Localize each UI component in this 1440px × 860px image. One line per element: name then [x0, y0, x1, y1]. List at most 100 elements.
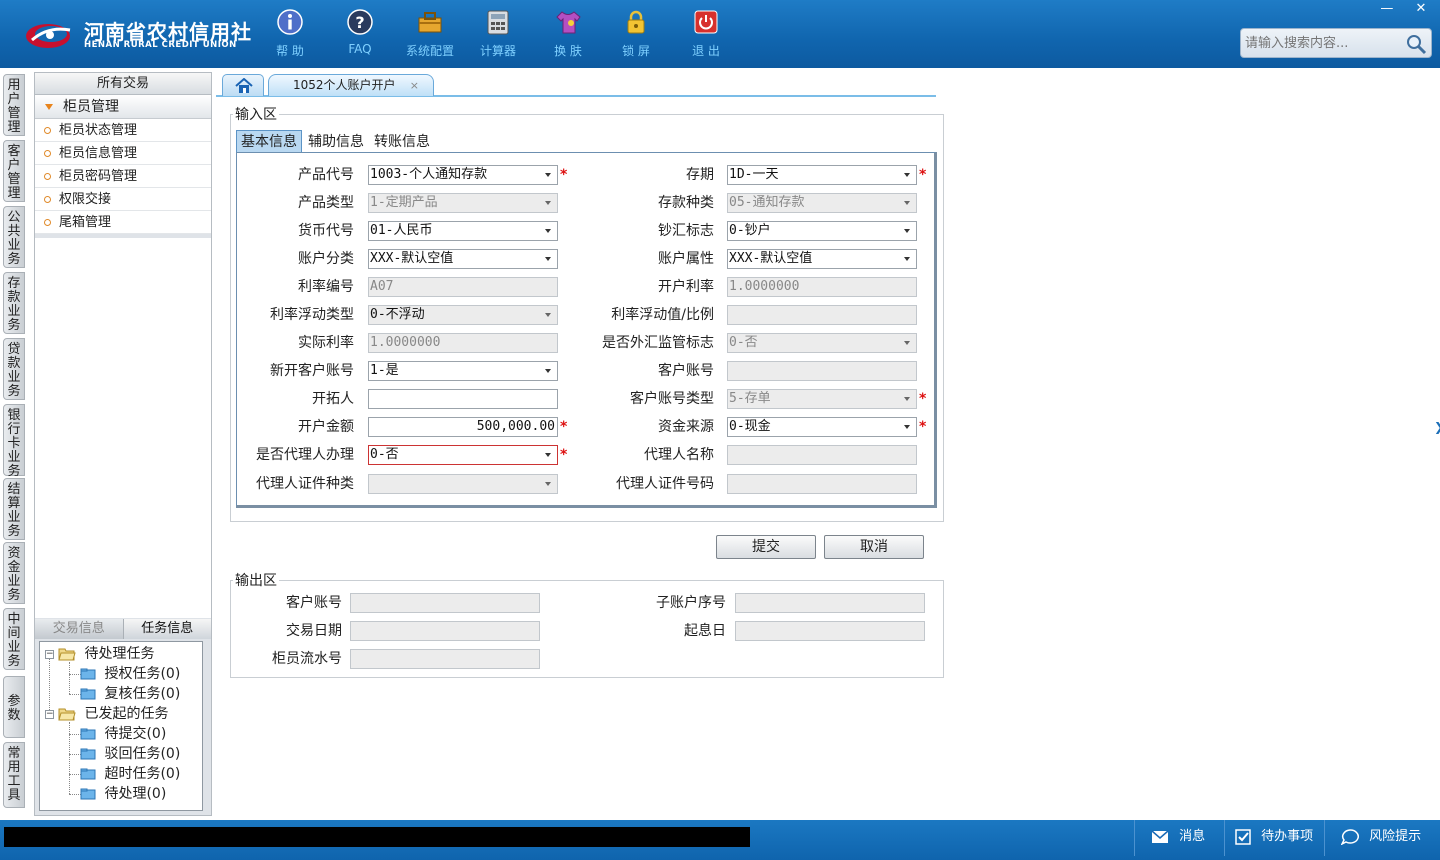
tab-close-icon[interactable]: × — [410, 75, 419, 96]
submit-button[interactable]: 提交 — [716, 535, 816, 559]
account-attribute-select[interactable]: XXX-默认空值 — [727, 249, 917, 269]
cash-remit-flag-select[interactable]: 0-钞户 — [727, 221, 917, 241]
lock-screen-button[interactable]: 锁 屏 — [606, 8, 666, 64]
developer-input[interactable] — [368, 389, 558, 409]
new-customer-account-select[interactable]: 1-是 — [368, 361, 558, 381]
opening-amount-input[interactable]: 500,000.00 — [368, 417, 558, 437]
label-rate-float-type: 利率浮动类型 — [270, 307, 354, 323]
vnav-intermediate-business[interactable]: 中间业务 — [3, 608, 25, 670]
collapse-toggle[interactable]: − — [45, 650, 54, 659]
rate-float-value-field — [727, 305, 917, 325]
tab-task-info[interactable]: 任务信息 — [122, 619, 211, 639]
label-agent-id-number: 代理人证件号码 — [616, 476, 714, 492]
todo-button[interactable]: 待办事项 — [1224, 820, 1324, 856]
svg-text:?: ? — [355, 13, 364, 32]
fund-source-select[interactable]: 0-现金 — [727, 417, 917, 437]
home-tab[interactable] — [222, 74, 264, 96]
account-class-select[interactable]: XXX-默认空值 — [368, 249, 558, 269]
tab-label: 1052个人账户开户 — [293, 78, 396, 92]
rate-code-field: A07 — [368, 277, 558, 297]
vnav-public-business[interactable]: 公共业务 — [3, 206, 25, 268]
vnav-fund-business[interactable]: 资金业务 — [3, 542, 25, 604]
label-opening-rate: 开户利率 — [658, 279, 714, 295]
search-icon[interactable] — [1405, 33, 1427, 55]
label-deposit-kind: 存款种类 — [658, 195, 714, 211]
agent-handling-select[interactable]: 0-否 — [368, 445, 558, 465]
task-panel-tabs: 交易信息 任务信息 — [35, 619, 211, 639]
output-area-legend: 输出区 — [235, 573, 277, 589]
collapse-toggle[interactable]: − — [45, 710, 54, 719]
tree-node-timeout[interactable]: 超时任务(0) — [80, 764, 180, 784]
app-header: 河南省农村信用社 HENAN RURAL CREDIT UNION 帮 助 ? … — [0, 0, 1440, 68]
menu-item-tail-box[interactable]: 尾箱管理 — [35, 211, 211, 234]
vnav-loan-business[interactable]: 贷款业务 — [3, 338, 25, 400]
deposit-kind-select: 05-通知存款 — [727, 193, 917, 213]
vnav-parameters[interactable]: 参数 — [3, 676, 25, 738]
tab-basic-info[interactable]: 基本信息 — [236, 130, 302, 154]
teller-management-group[interactable]: 柜员管理 — [35, 95, 211, 119]
close-button[interactable]: ✕ — [1406, 0, 1436, 18]
tree-node-review-task[interactable]: 复核任务(0) — [80, 684, 180, 704]
risk-alert-label: 风险提示 — [1369, 829, 1422, 844]
lock-icon — [627, 10, 645, 34]
vnav-common-tools[interactable]: 常用工具 — [3, 742, 25, 808]
exit-button[interactable]: 退 出 — [676, 8, 736, 64]
label-fx-supervision-flag: 是否外汇监管标志 — [602, 335, 714, 351]
vnav-user-management[interactable]: 用户管理 — [3, 74, 25, 136]
folder-icon — [80, 688, 96, 700]
customer-account-type-select[interactable]: 5-存单 — [727, 389, 917, 409]
tab-auxiliary-info[interactable]: 辅助信息 — [304, 130, 368, 154]
menu-item-teller-status[interactable]: 柜员状态管理 — [35, 119, 211, 142]
required-mark: * — [560, 447, 568, 463]
menu-item-permission-handover[interactable]: 权限交接 — [35, 188, 211, 211]
menu-item-teller-info[interactable]: 柜员信息管理 — [35, 142, 211, 165]
exit-label: 退 出 — [692, 44, 720, 58]
messages-button[interactable]: 消息 — [1134, 820, 1224, 856]
out-teller-serial-field — [350, 649, 540, 669]
window-controls: — ✕ — [1372, 0, 1436, 20]
tree-node-label: 待处理任务 — [84, 646, 155, 662]
currency-code-select[interactable]: 01-人民币 — [368, 221, 558, 241]
product-code-select[interactable]: 1003-个人通知存款 — [368, 165, 558, 185]
vnav-bank-card-business[interactable]: 银行卡业务 — [3, 404, 25, 479]
tree-node-to-submit[interactable]: 待提交(0) — [80, 724, 166, 744]
menu-empty-area — [35, 238, 211, 618]
power-icon — [694, 10, 718, 34]
label-actual-rate: 实际利率 — [298, 335, 354, 351]
risk-alert-button[interactable]: 风险提示 — [1324, 820, 1436, 856]
tree-node-pending[interactable]: 待处理任务 — [58, 644, 154, 664]
faq-button[interactable]: ? FAQ — [330, 8, 390, 64]
all-transactions-header[interactable]: 所有交易 — [35, 73, 211, 95]
vnav-settlement-business[interactable]: 结算业务 — [3, 478, 25, 540]
help-button[interactable]: 帮 助 — [260, 8, 320, 64]
calculator-label: 计算器 — [479, 44, 516, 58]
vnav-customer-management[interactable]: 客户管理 — [3, 140, 25, 202]
vnav-deposit-business[interactable]: 存款业务 — [3, 272, 25, 334]
group-label: 柜员管理 — [63, 99, 119, 115]
product-type-select: 1-定期产品 — [368, 193, 558, 213]
system-config-button[interactable]: 系统配置 — [400, 8, 460, 64]
label-currency-code: 货币代号 — [298, 223, 354, 239]
calculator-icon — [487, 10, 509, 35]
calculator-button[interactable]: 计算器 — [468, 8, 528, 64]
tab-transfer-info[interactable]: 转账信息 — [370, 130, 434, 154]
tab-transaction-info[interactable]: 交易信息 — [35, 619, 123, 639]
tree-node-rejected[interactable]: 驳回任务(0) — [80, 744, 180, 764]
faq-label: FAQ — [348, 42, 372, 56]
vertical-nav: 用户管理 客户管理 公共业务 存款业务 贷款业务 银行卡业务 结算业务 资金业务… — [0, 68, 30, 820]
label-agent-name: 代理人名称 — [644, 447, 714, 463]
term-select[interactable]: 1D-一天 — [727, 165, 917, 185]
search-input[interactable] — [1245, 33, 1405, 53]
change-skin-button[interactable]: 换 肤 — [538, 8, 598, 64]
tree-node-to-process[interactable]: 待处理(0) — [80, 784, 166, 804]
required-mark: * — [919, 391, 927, 407]
cancel-button[interactable]: 取消 — [824, 535, 924, 559]
minimize-button[interactable]: — — [1372, 0, 1402, 18]
menu-item-teller-password[interactable]: 柜员密码管理 — [35, 165, 211, 188]
tab-personal-account-opening[interactable]: 1052个人账户开户 × — [268, 74, 434, 96]
expand-panel-icon[interactable]: ❯ — [1434, 420, 1440, 434]
rate-float-type-select[interactable]: 0-不浮动 — [368, 305, 558, 325]
tree-node-auth-task[interactable]: 授权任务(0) — [80, 664, 180, 684]
tree-node-initiated[interactable]: 已发起的任务 — [58, 704, 168, 724]
bullet-icon — [44, 196, 51, 203]
